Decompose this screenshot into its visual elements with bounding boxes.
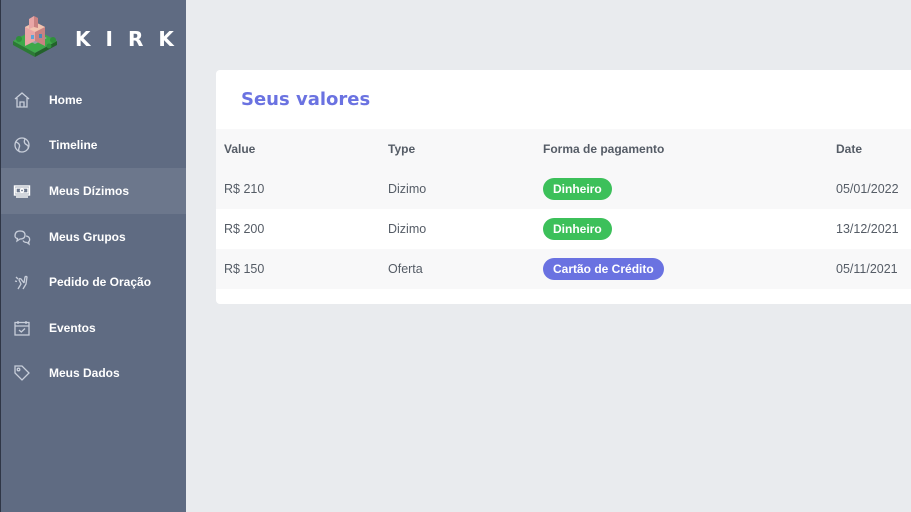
sidebar-item-label: Meus Grupos [49, 229, 126, 244]
hand-icon [13, 273, 31, 291]
values-card: Seus valores Value Type Forma de pagamen… [216, 70, 911, 304]
home-icon [13, 91, 31, 109]
sidebar-item-home[interactable]: Home [1, 77, 186, 123]
sidebar-item-label: Meus Dízimos [49, 183, 130, 198]
values-table: Value Type Forma de pagamento Date R$ 21… [216, 129, 911, 289]
cell-payment: Dinheiro [535, 169, 828, 209]
isometric-church-icon [11, 13, 63, 65]
table-header-row: Value Type Forma de pagamento Date [216, 129, 911, 169]
cell-date: 05/01/2022 [828, 169, 911, 209]
sidebar: KIRK Home Timeline Meus Dízimos Meus Gru… [0, 0, 186, 512]
table-row: R$ 200 Dizimo Dinheiro 13/12/2021 [216, 209, 911, 249]
sidebar-item-eventos[interactable]: Eventos [1, 305, 186, 351]
table-row: R$ 150 Oferta Cartão de Crédito 05/11/20… [216, 249, 911, 289]
cell-date: 05/11/2021 [828, 249, 911, 289]
cell-date: 13/12/2021 [836, 222, 899, 236]
payment-badge: Cartão de Crédito [543, 258, 664, 280]
brand-name: KIRK [75, 27, 189, 51]
column-header-date: Date [828, 129, 911, 169]
sidebar-item-label: Pedido de Oração [49, 275, 152, 290]
sidebar-item-label: Timeline [49, 138, 98, 153]
tag-icon [13, 364, 31, 382]
sidebar-nav: Home Timeline Meus Dízimos Meus Grupos P… [1, 77, 186, 396]
globe-icon [13, 136, 31, 154]
table-row: R$ 210 Dizimo Dinheiro 05/01/2022 [216, 169, 911, 209]
payment-badge: Dinheiro [543, 218, 612, 240]
column-header-type: Type [380, 129, 535, 169]
page-title: Seus valores [241, 89, 371, 110]
sidebar-item-meus-dizimos[interactable]: Meus Dízimos [1, 168, 186, 214]
chat-icon [13, 228, 31, 246]
sidebar-item-meus-dados[interactable]: Meus Dados [1, 351, 186, 397]
sidebar-item-pedido-de-oracao[interactable]: Pedido de Oração [1, 259, 186, 305]
cell-value: R$ 200 [224, 222, 265, 236]
calendar-check-icon [13, 319, 31, 337]
sidebar-item-label: Meus Dados [49, 366, 120, 381]
cell-type: Dizimo [380, 169, 535, 209]
sidebar-item-label: Home [49, 92, 83, 107]
cell-payment: Dinheiro [535, 209, 828, 249]
cell-value: R$ 150 [216, 249, 380, 289]
cell-payment: Cartão de Crédito [535, 249, 828, 289]
cell-type: Dizimo [388, 222, 427, 236]
sidebar-item-meus-grupos[interactable]: Meus Grupos [1, 214, 186, 260]
cell-value: R$ 210 [216, 169, 380, 209]
sidebar-item-timeline[interactable]: Timeline [1, 123, 186, 169]
payment-badge: Dinheiro [543, 178, 612, 200]
money-icon [13, 182, 31, 200]
column-header-value: Value [216, 129, 380, 169]
column-header-payment: Forma de pagamento [535, 129, 828, 169]
sidebar-item-label: Eventos [49, 320, 96, 335]
brand[interactable]: KIRK [11, 14, 181, 64]
cell-type: Oferta [380, 249, 535, 289]
